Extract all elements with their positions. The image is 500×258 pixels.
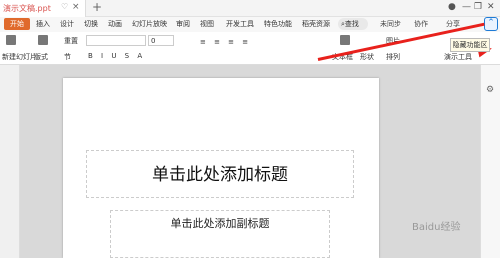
paragraph-buttons[interactable]: ≡ ≡ ≡ ≡ [200, 38, 251, 46]
font-size-input[interactable]: 0 [148, 35, 174, 46]
chevron-up-icon: ⌃ [487, 18, 495, 28]
layout-icon[interactable] [38, 35, 48, 45]
new-slide-button[interactable]: 新建幻灯片 [2, 52, 37, 62]
tab-review[interactable]: 审阅 [176, 19, 190, 29]
tab-features[interactable]: 特色功能 [264, 19, 292, 29]
tab-animation[interactable]: 动画 [108, 19, 122, 29]
tab-view[interactable]: 视图 [200, 19, 214, 29]
collab-button[interactable]: 协作 [414, 19, 428, 29]
close-tab-icon[interactable]: × [72, 2, 80, 12]
tab-design[interactable]: 设计 [60, 19, 74, 29]
slide-subtitle-placeholder[interactable]: 单击此处添加副标题 [110, 210, 330, 258]
tab-insert[interactable]: 插入 [36, 19, 50, 29]
tab-start[interactable]: 开始 [4, 18, 30, 30]
document-tab[interactable]: 演示文稿.ppt ♡ × [0, 0, 86, 17]
watermark: Baidu经验 [412, 222, 461, 233]
right-sidebar: ⚙ [480, 65, 500, 258]
tab-transition[interactable]: 切换 [84, 19, 98, 29]
new-tab-button[interactable]: + [92, 0, 102, 14]
textbox-icon[interactable] [340, 35, 350, 45]
section-button[interactable]: 节 [64, 52, 71, 62]
avatar[interactable]: ● [448, 2, 456, 12]
sync-status[interactable]: 未同步 [380, 19, 401, 29]
slide-canvas[interactable]: 单击此处添加标题 单击此处添加副标题 [63, 78, 379, 258]
left-sidebar [0, 65, 20, 258]
minimize-icon[interactable]: — [462, 2, 471, 12]
settings-icon[interactable]: ⚙ [486, 85, 494, 95]
format-buttons[interactable]: B I U S A [88, 52, 145, 60]
tab-slideshow[interactable]: 幻灯片放映 [132, 19, 167, 29]
tab-developer[interactable]: 开发工具 [226, 19, 254, 29]
new-slide-icon[interactable] [6, 35, 16, 45]
font-family-input[interactable] [86, 35, 146, 46]
ribbon-toolbar: 新建幻灯片 版式 重置 节 0 B I U S A ≡ ≡ ≡ ≡ 文本框 形状… [0, 22, 500, 65]
tooltip: 隐藏功能区 [450, 38, 490, 52]
arrange-button[interactable]: 排列 [386, 52, 400, 62]
slide-title-placeholder[interactable]: 单击此处添加标题 [86, 150, 354, 198]
ribbon-tabs: 开始 插入 设计 切换 动画 幻灯片放映 审阅 视图 开发工具 特色功能 稻壳资… [0, 17, 500, 32]
search-button[interactable]: ⌕查找 [338, 18, 368, 30]
presenter-tools-button[interactable]: 演示工具 [444, 52, 472, 62]
layout-button[interactable]: 版式 [34, 52, 48, 62]
title-bar: 演示文稿.ppt ♡ × + ● — ❐ ✕ [0, 0, 500, 17]
reset-button[interactable]: 重置 [64, 36, 78, 46]
close-window-icon[interactable]: ✕ [487, 2, 495, 12]
shape-button[interactable]: 形状 [360, 52, 374, 62]
document-name: 演示文稿.ppt [3, 4, 51, 13]
tab-docer[interactable]: 稻壳资源 [302, 19, 330, 29]
pin-icon[interactable]: ♡ [61, 2, 68, 11]
collapse-ribbon-button[interactable]: ⌃ [484, 17, 498, 31]
restore-icon[interactable]: ❐ [474, 2, 482, 12]
